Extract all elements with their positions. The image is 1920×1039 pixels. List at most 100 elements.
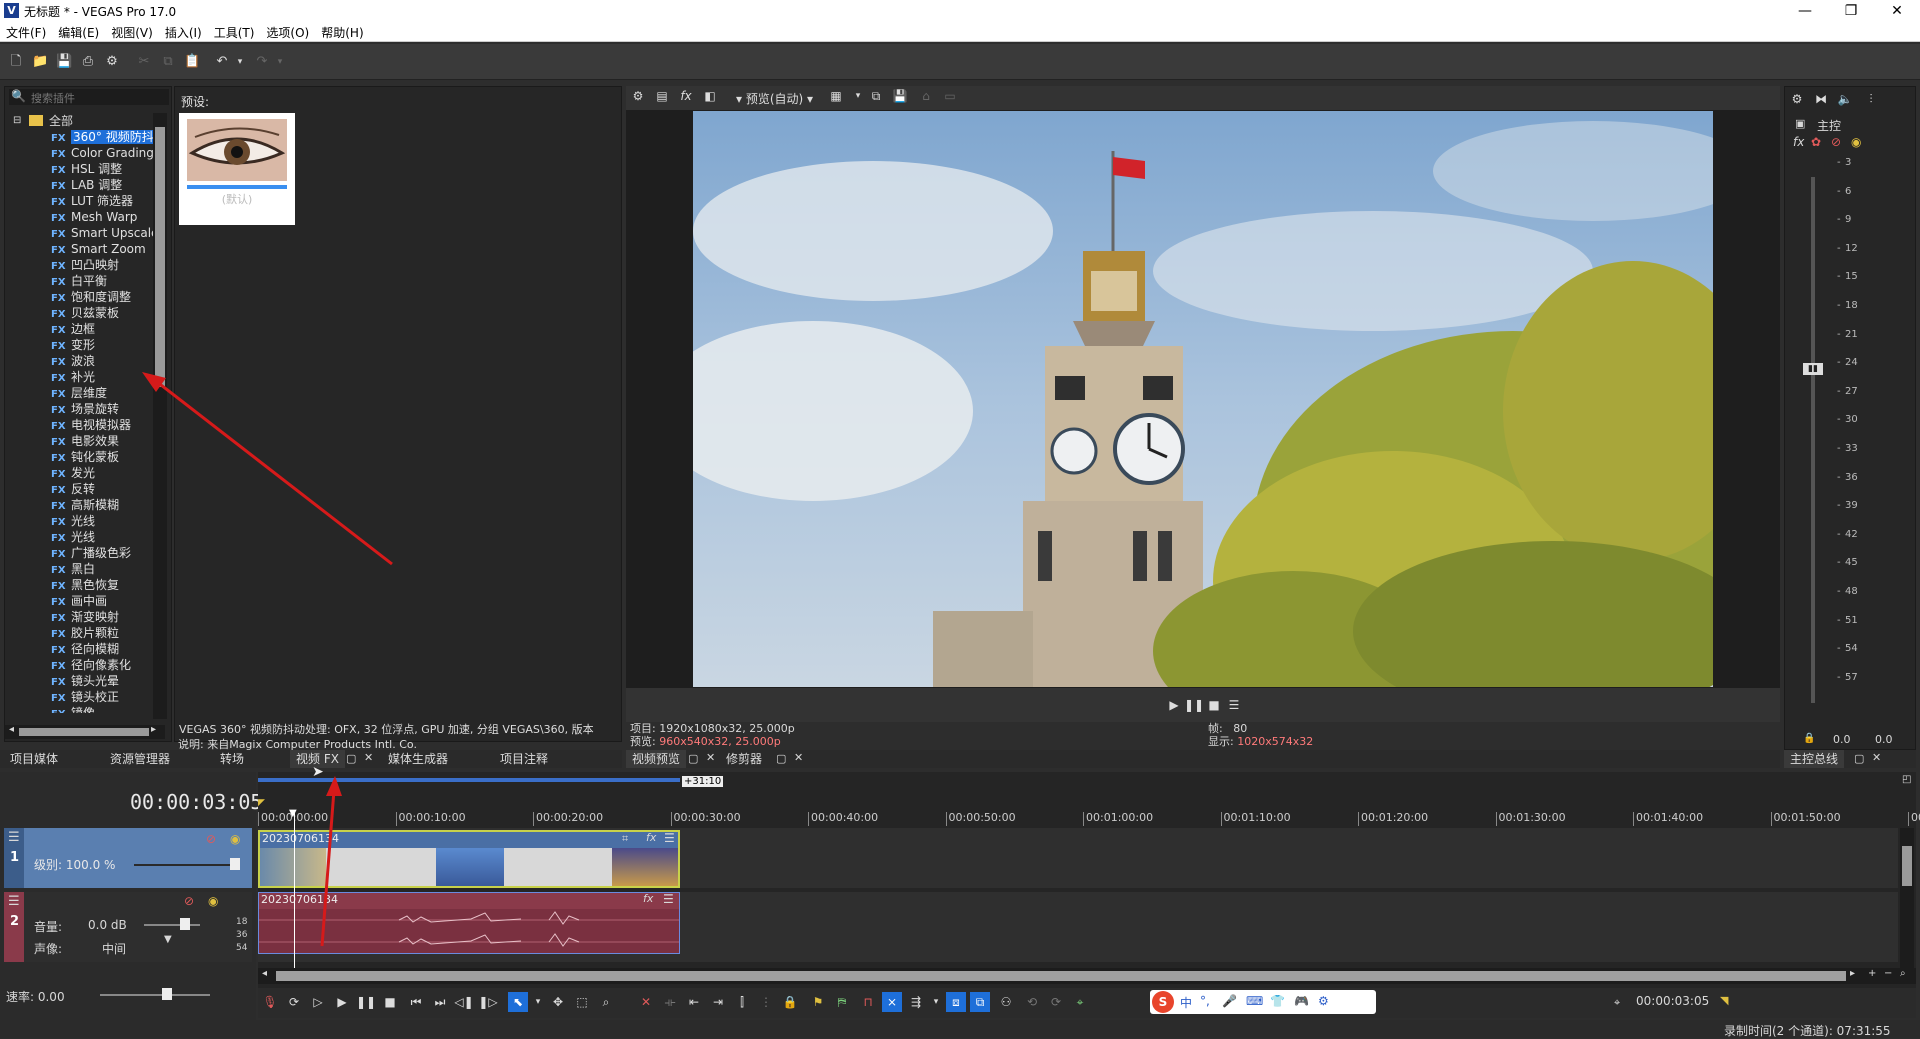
plugin-item[interactable]: FX 波浪 — [5, 353, 153, 369]
close-button[interactable]: ✕ — [1874, 0, 1920, 22]
envelope-tool-icon[interactable]: ✥ — [548, 992, 568, 1012]
split-screen-icon[interactable]: ◧ — [700, 86, 720, 106]
timeline-v-thumb[interactable] — [1902, 846, 1912, 886]
plugin-item[interactable]: FX 黑白 — [5, 561, 153, 577]
scrollbar-thumb[interactable] — [155, 127, 165, 387]
master-fx-icon[interactable]: fx — [1793, 135, 1804, 149]
plugin-item[interactable]: FX 变形 — [5, 337, 153, 353]
trimmer-tab-close-icon[interactable]: ✕ — [794, 751, 803, 764]
ime-punctuation-icon[interactable]: °, — [1200, 994, 1210, 1008]
master-tab-undock-icon[interactable]: ▢ — [1854, 752, 1864, 765]
open-folder-icon[interactable]: 📁 — [32, 54, 48, 70]
audio-track-menu-icon[interactable]: ☰ — [8, 894, 20, 909]
play-from-start-icon[interactable]: ▷ — [308, 992, 328, 1012]
ime-voice-icon[interactable]: 🎤 — [1222, 994, 1237, 1008]
record-icon[interactable]: 🎙 — [260, 992, 280, 1012]
plugin-item[interactable]: FX 饱和度调整 — [5, 289, 153, 305]
audio-pan-thumb[interactable]: ▼ — [164, 934, 172, 945]
selection-tool-icon[interactable]: ⬚ — [572, 992, 592, 1012]
plugin-item[interactable]: FX Smart Zoom — [5, 241, 153, 257]
menu-options[interactable]: 选项(O) — [260, 22, 315, 43]
cut-icon[interactable]: ✂ — [136, 54, 152, 70]
tree-root[interactable]: ⊟ 全部 — [5, 113, 153, 129]
tab-trimmer[interactable]: 修剪器 — [720, 750, 768, 768]
paste-icon[interactable]: 📋 — [184, 54, 200, 70]
h-scrollbar-thumb[interactable] — [19, 728, 149, 736]
split-icon[interactable]: ⫿ — [732, 992, 752, 1012]
tab-project-media[interactable]: 项目媒体 — [4, 750, 64, 768]
zoom-magnifier-icon[interactable]: ⌕ — [1900, 968, 1906, 979]
preview-tab-undock-icon[interactable]: ▢ — [688, 752, 698, 765]
undo-dropdown-icon[interactable]: ▾ — [232, 54, 248, 70]
go-to-start-icon[interactable]: ⏮ — [406, 992, 426, 1012]
master-fader-track[interactable] — [1811, 177, 1815, 703]
sogou-ime-logo-icon[interactable]: S — [1152, 991, 1174, 1013]
ime-game-icon[interactable]: 🎮 — [1294, 994, 1309, 1008]
ime-keyboard-icon[interactable]: ⌨ — [1246, 994, 1263, 1008]
playhead[interactable] — [294, 812, 295, 968]
preview-play-icon[interactable]: ▶ — [1164, 695, 1184, 715]
plugin-item[interactable]: FX 广播级色彩 — [5, 545, 153, 561]
copy-icon[interactable]: ⧉ — [160, 54, 176, 70]
save-icon[interactable]: 💾 — [56, 54, 72, 70]
playhead-handle-icon[interactable]: ▼ — [289, 808, 297, 819]
video-track-header[interactable]: ☰ 1 ⊘ ◉ 级别: 100.0 % — [4, 828, 252, 888]
master-downmix-icon[interactable]: ⧓ — [1811, 89, 1831, 109]
video-clip-menu-icon[interactable]: ☰ — [664, 831, 675, 845]
overlays-dropdown-icon[interactable]: ▾ — [848, 86, 868, 106]
video-level-thumb[interactable] — [230, 858, 240, 870]
scroll-right-icon[interactable]: ▸ — [151, 724, 156, 735]
collapse-icon[interactable]: ⊟ — [13, 113, 21, 129]
timeline-settings-icon[interactable]: ⚇ — [996, 992, 1016, 1012]
normal-edit-tool-icon[interactable]: ⬉ — [508, 992, 528, 1012]
master-solo-icon[interactable]: ◉ — [1851, 135, 1861, 149]
plugin-item[interactable]: FX Smart Upscale — [5, 225, 153, 241]
menu-view[interactable]: 视图(V) — [105, 22, 159, 43]
video-track-menu-icon[interactable]: ☰ — [8, 830, 20, 845]
master-mixer-icon[interactable]: ⫶ — [1861, 89, 1881, 109]
preview-disabled-icon-2[interactable]: ▭ — [940, 86, 960, 106]
audio-clip-fx-icon[interactable]: fx — [643, 892, 653, 905]
plugin-item[interactable]: FX360° 视频防抖动 — [5, 129, 153, 145]
minimize-button[interactable]: — — [1782, 0, 1828, 22]
preview-settings-gear-icon[interactable]: ⚙ — [628, 86, 648, 106]
plugin-item[interactable]: FX 场景旋转 — [5, 401, 153, 417]
preview-device-icon[interactable]: ▤ — [652, 86, 672, 106]
go-to-end-icon[interactable]: ⏭ — [430, 992, 450, 1012]
audio-clip[interactable]: 20230706134 fx ☰ — [258, 892, 680, 954]
timeline-corner-icon[interactable]: ◰ — [1902, 774, 1911, 785]
master-mute-icon[interactable]: ⊘ — [1831, 135, 1841, 149]
plugin-item[interactable]: FX 白平衡 — [5, 273, 153, 289]
video-clip-fx-icon[interactable]: fx — [646, 831, 656, 844]
plugin-item[interactable]: FX Color Grading — [5, 145, 153, 161]
tab-media-generators[interactable]: 媒体生成器 — [382, 750, 454, 768]
video-mute-icon[interactable]: ⊘ — [206, 832, 216, 846]
audio-track-header[interactable]: ☰ 2 ⊘ ◉ 音量: 0.0 dB 声像: 中间 ▼ 18 36 54 — [4, 892, 252, 962]
overlays-grid-icon[interactable]: ▦ — [826, 86, 846, 106]
tab-close-icon[interactable]: ✕ — [364, 751, 373, 764]
menu-help[interactable]: 帮助(H) — [315, 22, 369, 43]
redo-icon[interactable]: ↷ — [254, 54, 270, 70]
trim-end-icon[interactable]: ⇥ — [708, 992, 728, 1012]
plugin-item[interactable]: FX 镜头校正 — [5, 689, 153, 705]
preview-menu-icon[interactable]: ☰ — [1224, 695, 1244, 715]
menu-tools[interactable]: 工具(T) — [208, 22, 261, 43]
redo-dropdown-icon[interactable]: ▾ — [272, 54, 288, 70]
preview-tab-close-icon[interactable]: ✕ — [706, 751, 715, 764]
plugin-item[interactable]: FX 钝化蒙板 — [5, 449, 153, 465]
ime-skin-icon[interactable]: 👕 — [1270, 994, 1285, 1008]
insert-region-icon[interactable]: ⛿ — [832, 992, 852, 1012]
plugin-item[interactable]: FX 光线 — [5, 529, 153, 545]
master-lock-icon[interactable]: 🔒 — [1803, 733, 1815, 744]
scroll-left-icon[interactable]: ◂ — [9, 724, 14, 735]
plugin-item[interactable]: FX 边框 — [5, 321, 153, 337]
timeline-scroll-left-icon[interactable]: ◂ — [262, 968, 267, 979]
plugin-item[interactable]: FX 电影效果 — [5, 433, 153, 449]
master-fader-thumb[interactable]: ▮▮ — [1803, 363, 1823, 375]
timeline-h-thumb[interactable] — [276, 971, 1846, 981]
master-toggle-icon[interactable]: ▣ — [1795, 117, 1805, 130]
undo-icon[interactable]: ↶ — [214, 54, 230, 70]
ripple-edit-icon[interactable]: ⇶ — [906, 992, 926, 1012]
trimmer-tab-undock-icon[interactable]: ▢ — [776, 752, 786, 765]
preview-pause-icon[interactable]: ❚❚ — [1184, 695, 1204, 715]
